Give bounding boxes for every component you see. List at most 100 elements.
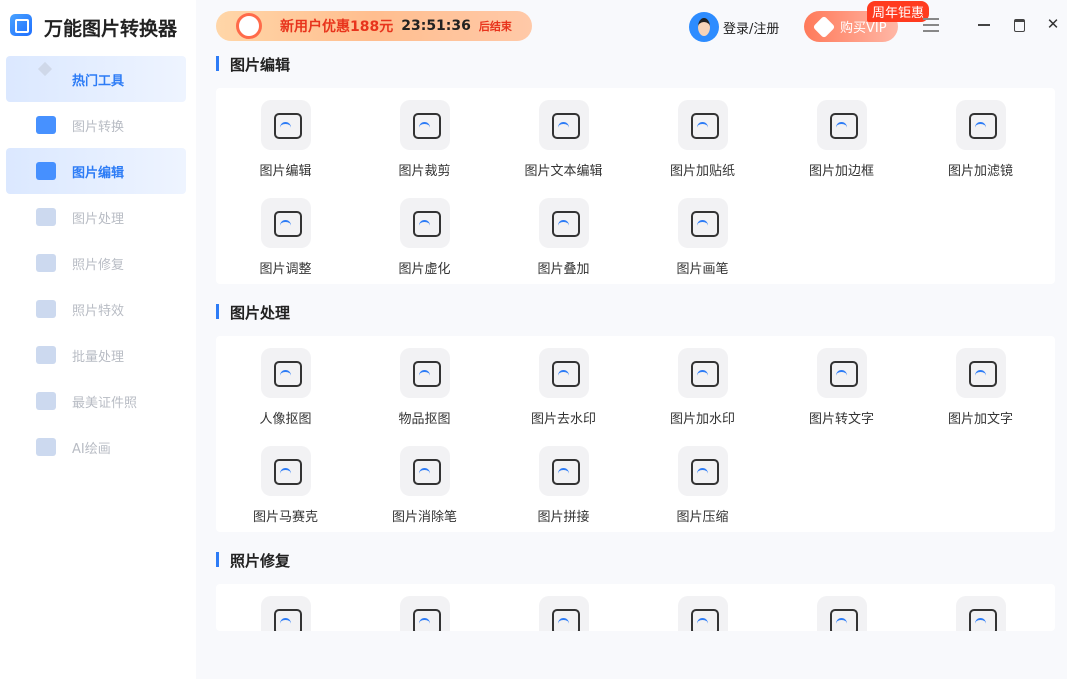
tool-item[interactable]: 图片拼接 xyxy=(494,446,633,532)
image-tool-icon xyxy=(36,346,56,364)
tool-icon xyxy=(677,446,728,496)
tool-icon xyxy=(538,446,589,496)
sidebar-item-8[interactable]: AI绘画 xyxy=(6,424,186,470)
tool-item[interactable] xyxy=(633,596,772,631)
sidebar: 万能图片转换器 热门工具图片转换图片编辑图片处理照片修复照片特效批量处理最美证件… xyxy=(0,0,196,679)
tool-icon xyxy=(260,596,311,631)
promo-text: 新用户优惠188元 xyxy=(280,19,394,35)
image-tool-icon xyxy=(36,208,56,226)
alarm-clock-icon xyxy=(236,13,262,39)
tool-icon xyxy=(955,348,1006,398)
tool-card: 人像抠图 物品抠图 图片去水印 图片加水印 图片转文字 图片加文字图片马赛克 图片消除笔 图片… xyxy=(216,336,1055,532)
section-title: 照片修复 xyxy=(216,550,290,571)
image-tool-icon xyxy=(36,116,56,134)
sidebar-item-0[interactable]: 热门工具 xyxy=(6,56,186,102)
tool-icon xyxy=(816,348,867,398)
sidebar-item-1[interactable]: 图片转换 xyxy=(6,102,186,148)
tool-item[interactable]: 图片消除笔 xyxy=(355,446,494,532)
tool-label: 图片加文字 xyxy=(947,412,1013,427)
image-tool-icon xyxy=(36,254,56,272)
tool-icon xyxy=(816,596,867,631)
tool-item[interactable]: 图片加边框 xyxy=(772,100,911,198)
tool-item[interactable]: 图片画笔 xyxy=(633,198,772,284)
sidebar-item-5[interactable]: 照片特效 xyxy=(6,286,186,332)
tool-icon xyxy=(538,348,589,398)
minimize-icon[interactable] xyxy=(976,16,992,32)
tool-item[interactable]: 图片调整 xyxy=(216,198,355,284)
tool-item[interactable]: 图片编辑 xyxy=(216,100,355,198)
tool-label: 图片编辑 xyxy=(259,164,312,179)
tool-label: 图片画笔 xyxy=(676,262,729,277)
tool-label: 图片压缩 xyxy=(676,510,729,525)
tool-icon xyxy=(260,446,311,496)
tool-icon xyxy=(677,596,728,631)
tool-icon xyxy=(399,100,450,150)
tool-item[interactable]: 图片叠加 xyxy=(494,198,633,284)
tool-item[interactable] xyxy=(911,596,1050,631)
tool-item[interactable]: 图片加水印 xyxy=(633,348,772,446)
tool-icon xyxy=(955,596,1006,631)
section-title: 图片处理 xyxy=(216,302,290,323)
sidebar-item-7[interactable]: 最美证件照 xyxy=(6,378,186,424)
tool-label: 图片消除笔 xyxy=(391,510,457,525)
tool-label: 图片虚化 xyxy=(398,262,451,277)
tool-item[interactable]: 图片马赛克 xyxy=(216,446,355,532)
sidebar-item-label: 照片特效 xyxy=(72,303,125,319)
tool-label: 图片叠加 xyxy=(537,262,590,277)
sidebar-item-label: 图片处理 xyxy=(72,211,125,227)
tool-item[interactable] xyxy=(772,596,911,631)
tool-item[interactable]: 图片虚化 xyxy=(355,198,494,284)
maximize-icon[interactable] xyxy=(1011,16,1027,32)
tool-label: 图片去水印 xyxy=(530,412,596,427)
tool-icon xyxy=(677,100,728,150)
avatar xyxy=(689,12,719,42)
login-button[interactable]: 登录/注册 xyxy=(689,12,779,42)
tool-label: 图片拼接 xyxy=(537,510,590,525)
menu-icon[interactable] xyxy=(923,18,939,32)
tool-icon xyxy=(677,198,728,248)
sidebar-item-6[interactable]: 批量处理 xyxy=(6,332,186,378)
tool-item[interactable]: 图片文本编辑 xyxy=(494,100,633,198)
tool-item[interactable]: 图片去水印 xyxy=(494,348,633,446)
tool-item[interactable] xyxy=(494,596,633,631)
app-logo-icon xyxy=(10,14,32,36)
section-title: 图片编辑 xyxy=(216,54,290,75)
tool-icon xyxy=(538,596,589,631)
tool-item[interactable] xyxy=(216,596,355,631)
login-label: 登录/注册 xyxy=(723,21,780,37)
promo-banner[interactable]: 新用户优惠188元 23:51:36 后结束 xyxy=(216,11,532,41)
close-icon[interactable]: ✕ xyxy=(1045,16,1061,32)
tool-item[interactable]: 图片压缩 xyxy=(633,446,772,532)
sidebar-item-label: 图片转换 xyxy=(72,119,125,135)
tool-item[interactable]: 图片加文字 xyxy=(911,348,1050,446)
image-tool-icon xyxy=(36,438,56,456)
tool-item[interactable]: 人像抠图 xyxy=(216,348,355,446)
tool-icon xyxy=(538,100,589,150)
sidebar-item-2[interactable]: 图片编辑 xyxy=(6,148,186,194)
sidebar-item-3[interactable]: 图片处理 xyxy=(6,194,186,240)
tool-label: 图片文本编辑 xyxy=(524,164,603,179)
tool-item[interactable]: 图片加滤镜 xyxy=(911,100,1050,198)
tool-item[interactable]: 图片加贴纸 xyxy=(633,100,772,198)
image-tool-icon xyxy=(36,162,56,180)
vip-icon xyxy=(812,15,836,39)
tool-icon xyxy=(955,100,1006,150)
tool-icon xyxy=(399,596,450,631)
tool-label: 图片裁剪 xyxy=(398,164,451,179)
app-title: 万能图片转换器 xyxy=(44,18,178,40)
sidebar-item-label: 照片修复 xyxy=(72,257,125,273)
sidebar-item-4[interactable]: 照片修复 xyxy=(6,240,186,286)
sidebar-item-label: 最美证件照 xyxy=(72,395,138,411)
diamond-icon xyxy=(36,70,56,88)
tool-label: 图片加滤镜 xyxy=(947,164,1013,179)
tool-card xyxy=(216,584,1055,631)
tool-icon xyxy=(677,348,728,398)
tool-item[interactable]: 图片转文字 xyxy=(772,348,911,446)
tool-label: 图片转文字 xyxy=(808,412,874,427)
sidebar-item-label: 图片编辑 xyxy=(72,165,125,181)
tool-icon xyxy=(538,198,589,248)
tool-item[interactable]: 图片裁剪 xyxy=(355,100,494,198)
tool-label: 图片加贴纸 xyxy=(669,164,735,179)
tool-item[interactable] xyxy=(355,596,494,631)
tool-item[interactable]: 物品抠图 xyxy=(355,348,494,446)
